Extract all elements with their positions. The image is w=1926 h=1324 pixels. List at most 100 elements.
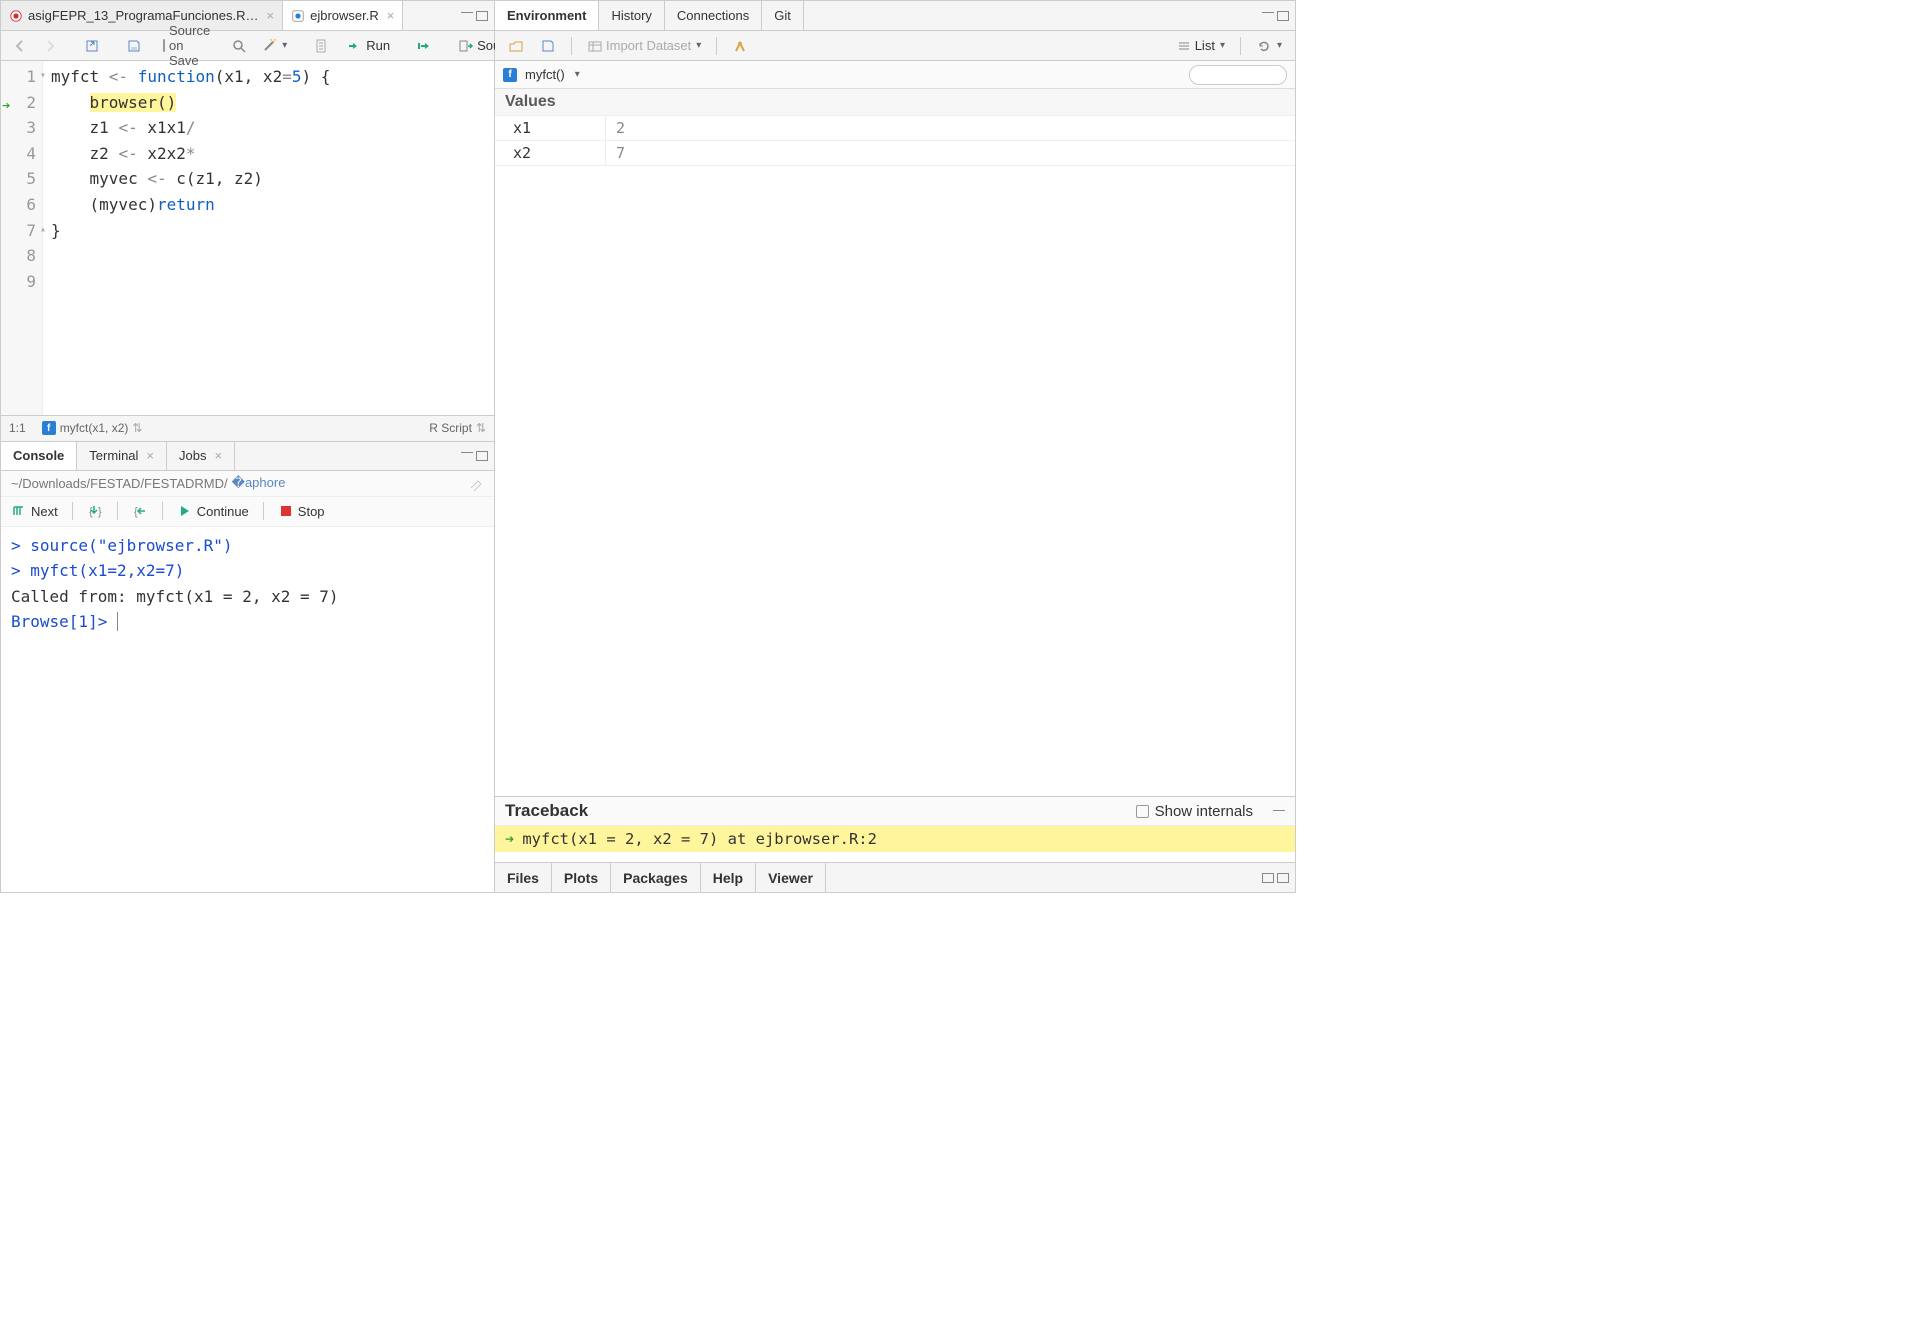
tab-packages[interactable]: Packages [611,863,701,892]
tab-plots[interactable]: Plots [552,863,611,892]
notebook-icon[interactable] [308,36,334,56]
tab-jobs[interactable]: Jobs× [167,442,235,470]
source-on-save-checkbox[interactable] [163,39,165,52]
stop-label: Stop [298,504,325,519]
save-icon[interactable] [121,36,147,56]
tab-viewer[interactable]: Viewer [756,863,826,892]
debug-step-into-button[interactable]: {} [87,503,103,519]
editor-tab-bar: asigFEPR_13_ProgramaFunciones.R… × ejbro… [1,1,494,31]
environment-row[interactable]: x27 [495,141,1295,166]
refresh-icon[interactable]: ▾ [1251,36,1287,56]
cursor-position: 1:1 [9,421,26,435]
console-tab-bar: Console Terminal× Jobs× [1,441,494,471]
fold-icon[interactable]: ▴ [40,222,46,238]
tab-history[interactable]: History [599,1,664,30]
rmarkdown-icon [9,9,23,23]
tab-console[interactable]: Console [1,442,77,470]
debug-step-out-button[interactable]: { [132,503,148,519]
line-number: 9 [26,272,36,291]
tab-git[interactable]: Git [762,1,804,30]
debug-next-button[interactable]: Next [11,503,58,519]
code-body[interactable]: myfct <- function(x1, x2=5) { browser() … [43,61,494,415]
debug-stop-button[interactable]: Stop [278,503,325,519]
minimize-icon[interactable] [1262,12,1274,13]
fold-icon[interactable]: ▾ [40,68,46,84]
close-icon[interactable]: × [146,448,154,463]
debug-continue-button[interactable]: Continue [177,503,249,519]
editor-toolbar: Source on Save ▾ Run Source ▾ [1,31,494,61]
wand-icon[interactable]: ▾ [256,36,292,56]
tab-environment[interactable]: Environment [495,1,599,30]
scope-bar: f myfct()▾ 🔍 [495,61,1295,89]
rerun-button[interactable] [411,36,437,56]
tab-help[interactable]: Help [701,863,756,892]
view-mode-button[interactable]: List▾ [1171,36,1230,56]
traceback-text: myfct(x1 = 2, x2 = 7) at ejbrowser.R:2 [522,830,877,848]
maximize-icon[interactable] [1277,11,1289,21]
var-name: x2 [495,141,605,165]
tab-files[interactable]: Files [495,863,552,892]
line-number: 2 [26,93,36,112]
editor-tab[interactable]: asigFEPR_13_ProgramaFunciones.R… × [1,1,283,30]
run-label: Run [366,38,390,53]
environment-search-input[interactable] [1189,65,1287,85]
var-name: x1 [495,116,605,140]
tab-label: asigFEPR_13_ProgramaFunciones.R… [28,8,259,23]
traceback-row[interactable]: ➔myfct(x1 = 2, x2 = 7) at ejbrowser.R:2 [495,826,1295,852]
view-label: List [1195,38,1215,53]
show-internals-label: Show internals [1155,803,1253,820]
maximize-icon[interactable] [1277,873,1289,883]
close-icon[interactable]: × [387,8,395,23]
maximize-icon[interactable] [476,11,488,21]
pane-controls [455,11,494,21]
language-label[interactable]: R Script [429,421,472,435]
minimize-icon[interactable] [461,452,473,453]
line-number: 1 [26,67,36,86]
tab-terminal[interactable]: Terminal× [77,442,167,470]
back-icon[interactable] [7,36,33,56]
load-workspace-icon[interactable] [503,36,529,56]
svg-text:}: } [98,506,102,518]
line-number: 7 [26,221,36,240]
code-editor[interactable]: 1▾ ➔2 3 4 5 6 7▴ 8 9 myfct <- function(x… [1,61,494,415]
gutter: 1▾ ➔2 3 4 5 6 7▴ 8 9 [1,61,43,415]
scope-selector[interactable]: myfct() [525,67,565,82]
environment-toolbar: Import Dataset▾ List▾ ▾ [495,31,1295,61]
show-internals-checkbox[interactable] [1136,805,1149,818]
show-in-new-window-icon[interactable] [79,36,105,56]
import-dataset-button[interactable]: Import Dataset▾ [582,36,706,56]
goto-dir-icon[interactable]: �aphore [232,475,286,491]
close-icon[interactable]: × [214,448,222,463]
environment-tab-bar: Environment History Connections Git [495,1,1295,31]
line-number: 5 [26,169,36,188]
traceback-pane: Traceback Show internals ➔myfct(x1 = 2, … [495,796,1295,862]
tab-label: ejbrowser.R [310,8,379,23]
pane-controls [1256,873,1295,883]
restore-icon[interactable] [1262,873,1274,883]
editor-tab-active[interactable]: ejbrowser.R × [283,1,403,30]
line-number: 4 [26,144,36,163]
tab-connections[interactable]: Connections [665,1,762,30]
run-button[interactable]: Run [342,36,395,56]
pane-controls [455,451,494,461]
minimize-icon[interactable] [461,12,473,13]
editor-status-bar: 1:1 f myfct(x1, x2) ⇅ R Script ⇅ [1,415,494,441]
line-number: 6 [26,195,36,214]
pane-controls [1256,11,1295,21]
clear-icon[interactable] [468,475,484,491]
current-line-arrow-icon: ➔ [2,95,10,117]
function-icon: f [503,68,517,82]
maximize-icon[interactable] [476,451,488,461]
continue-label: Continue [197,504,249,519]
find-icon[interactable] [226,36,252,56]
rscript-icon [291,9,305,23]
close-icon[interactable]: × [267,8,275,23]
environment-row[interactable]: x12 [495,116,1295,141]
console-output[interactable]: > source("ejbrowser.R")> myfct(x1=2,x2=7… [1,527,494,893]
clear-workspace-icon[interactable] [727,36,753,56]
import-label: Import Dataset [606,38,691,53]
forward-icon[interactable] [37,36,63,56]
save-workspace-icon[interactable] [535,36,561,56]
scope-label[interactable]: myfct(x1, x2) [60,421,129,435]
collapse-icon[interactable] [1273,810,1285,811]
